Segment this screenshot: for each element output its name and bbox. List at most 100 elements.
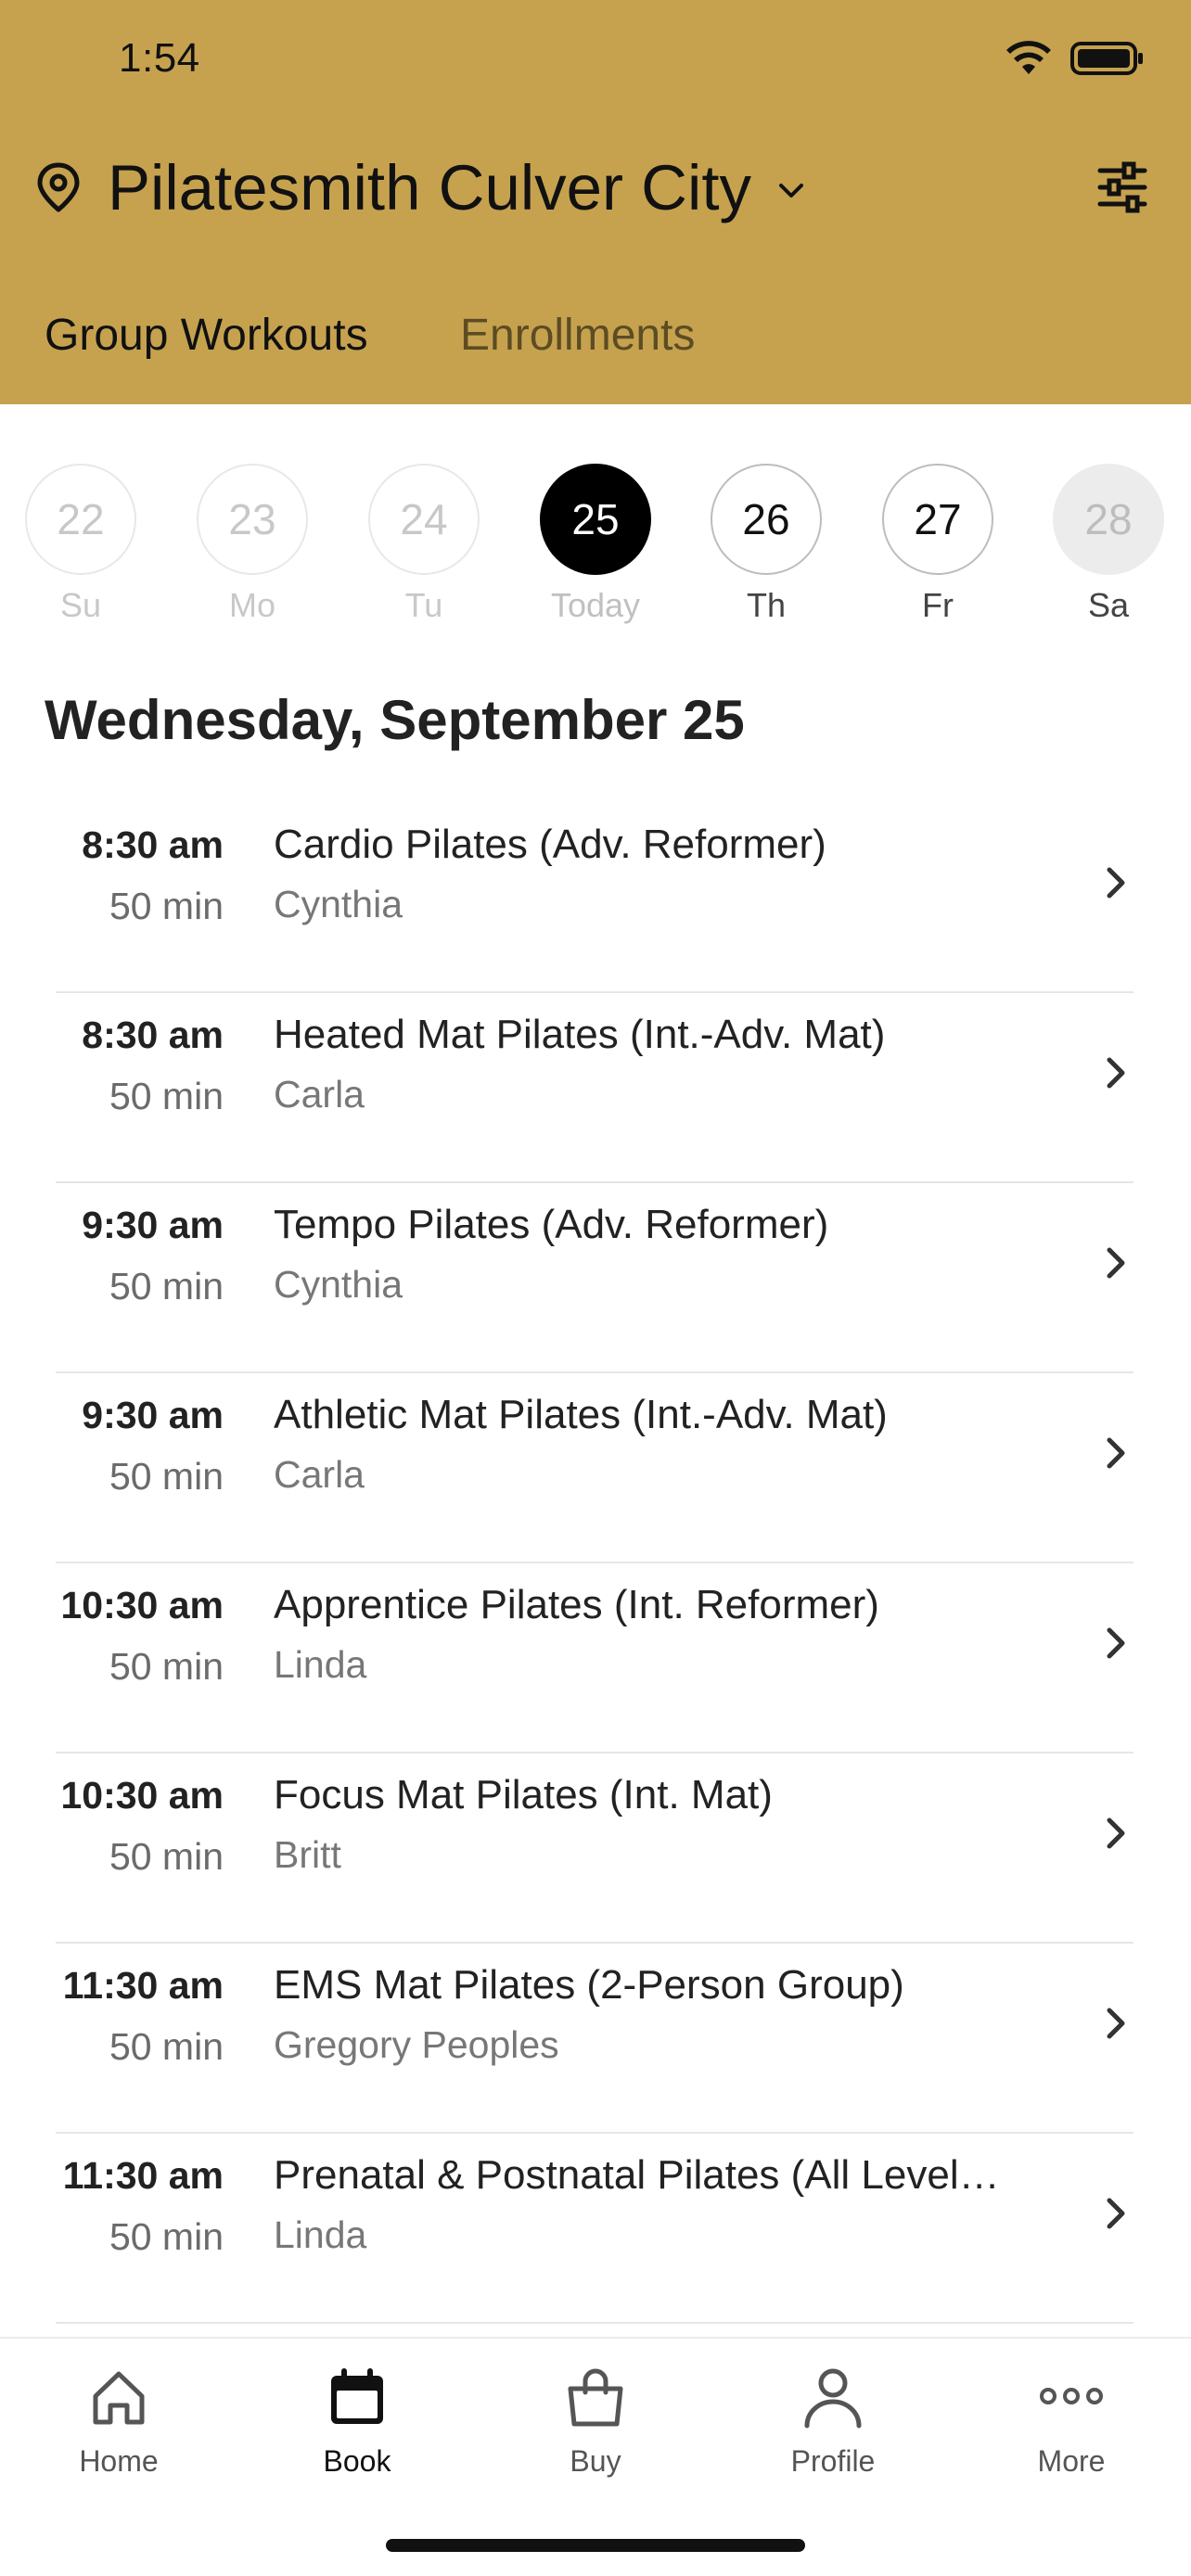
- class-row[interactable]: 9:30 am 50 min Tempo Pilates (Adv. Refor…: [0, 1183, 1191, 1373]
- chevron-right-icon: [1107, 2198, 1125, 2229]
- class-instructor: Carla: [274, 1073, 365, 1116]
- class-name: Prenatal & Postnatal Pilates (All Level…: [274, 2152, 1000, 2198]
- nav-label: Buy: [570, 2444, 621, 2478]
- nav-label: Book: [323, 2444, 391, 2478]
- chevron-right-icon: [1107, 867, 1125, 899]
- class-duration: 50 min: [109, 2025, 224, 2068]
- home-indicator: [386, 2539, 805, 2552]
- class-name: EMS Mat Pilates (2-Person Group): [274, 1962, 904, 2008]
- day-number: 25: [540, 464, 651, 575]
- class-row[interactable]: 10:30 am 50 min Apprentice Pilates (Int.…: [0, 1563, 1191, 1753]
- class-duration: 50 min: [109, 1455, 224, 1498]
- day-label: Mo: [228, 586, 275, 624]
- chevron-right-icon: [1107, 2008, 1125, 2039]
- day-24[interactable]: 24 Tu: [366, 464, 481, 625]
- day-number: 23: [197, 464, 308, 575]
- class-time: 8:30 am: [82, 1014, 224, 1056]
- status-bar-time: 1:54: [119, 35, 200, 81]
- chevron-right-icon: [1107, 1057, 1125, 1089]
- more-dots-icon: [1040, 2388, 1103, 2404]
- day-number: 26: [711, 464, 822, 575]
- class-time: 10:30 am: [60, 1584, 224, 1626]
- tab-group-workouts[interactable]: Group Workouts: [45, 299, 368, 373]
- class-time: 10:30 am: [60, 1774, 224, 1817]
- day-label: Tu: [404, 586, 443, 624]
- class-row[interactable]: 9:30 am 50 min Athletic Mat Pilates (Int…: [0, 1373, 1191, 1563]
- chevron-down-icon: [779, 184, 804, 198]
- calendar-icon: [331, 2368, 383, 2424]
- class-name: Apprentice Pilates (Int. Reformer): [274, 1582, 879, 1627]
- status-icons: [1005, 41, 1145, 76]
- chevron-right-icon: [1107, 1437, 1125, 1469]
- day-label: Su: [59, 586, 102, 624]
- day-number: 28: [1053, 464, 1164, 575]
- class-time: 11:30 am: [62, 2154, 224, 2197]
- day-number: 27: [882, 464, 993, 575]
- divider: [56, 2322, 1133, 2324]
- day-23[interactable]: 23 Mo: [195, 464, 310, 625]
- class-name: Focus Mat Pilates (Int. Mat): [274, 1772, 773, 1817]
- class-time: 9:30 am: [82, 1394, 224, 1436]
- class-instructor: Linda: [274, 2213, 367, 2256]
- class-row[interactable]: 8:30 am 50 min Heated Mat Pilates (Int.-…: [0, 993, 1191, 1183]
- day-number: 22: [25, 464, 136, 575]
- nav-book[interactable]: Book: [264, 2365, 450, 2479]
- day-label: Fr: [922, 586, 954, 624]
- tab-enrollments[interactable]: Enrollments: [460, 299, 695, 373]
- filter-sliders-icon[interactable]: [1096, 161, 1148, 213]
- class-time: 11:30 am: [62, 1964, 224, 2007]
- class-duration: 50 min: [109, 885, 224, 927]
- class-name: Cardio Pilates (Adv. Reformer): [274, 822, 826, 867]
- class-name: Athletic Mat Pilates (Int.-Adv. Mat): [274, 1392, 888, 1437]
- day-label: Th: [746, 586, 786, 624]
- class-instructor: Cynthia: [274, 1263, 403, 1306]
- location-title: Pilatesmith Culver City: [108, 151, 752, 223]
- home-icon: [93, 2371, 145, 2425]
- day-26[interactable]: 26 Th: [709, 464, 824, 625]
- shopping-bag-icon: [568, 2368, 623, 2427]
- class-instructor: Cynthia: [274, 883, 403, 925]
- class-instructor: Britt: [274, 1833, 341, 1876]
- class-time: 9:30 am: [82, 1204, 224, 1246]
- nav-buy[interactable]: Buy: [503, 2365, 688, 2479]
- class-duration: 50 min: [109, 2215, 224, 2258]
- day-22[interactable]: 22 Su: [23, 464, 138, 625]
- class-row[interactable]: 10:30 am 50 min Focus Mat Pilates (Int. …: [0, 1753, 1191, 1944]
- class-row[interactable]: 11:30 am 50 min Prenatal & Postnatal Pil…: [0, 2134, 1191, 2324]
- chevron-right-icon: [1107, 1627, 1125, 1659]
- wifi-icon: [1006, 41, 1051, 74]
- person-icon: [804, 2368, 862, 2429]
- day-label: Sa: [1087, 586, 1130, 624]
- nav-more[interactable]: More: [979, 2365, 1164, 2479]
- class-duration: 50 min: [109, 1265, 224, 1307]
- nav-home[interactable]: Home: [26, 2365, 211, 2479]
- battery-icon: [1070, 42, 1143, 75]
- location-selector[interactable]: Pilatesmith Culver City: [35, 139, 805, 236]
- class-instructor: Linda: [274, 1643, 367, 1686]
- nav-profile[interactable]: Profile: [740, 2365, 926, 2479]
- nav-label: More: [1037, 2444, 1106, 2478]
- location-pin-icon: [37, 162, 80, 212]
- day-label: Today: [550, 586, 641, 624]
- date-strip: 22 Su 23 Mo 24 Tu 25 Today 26 Th 27 Fr 2…: [0, 464, 1191, 631]
- class-duration: 50 min: [109, 1075, 224, 1117]
- class-duration: 50 min: [109, 1835, 224, 1878]
- header: 1:54 Pilatesmith Culver City Group Worko…: [0, 0, 1191, 404]
- day-25-today[interactable]: 25 Today: [538, 464, 653, 625]
- day-27[interactable]: 27 Fr: [880, 464, 995, 625]
- nav-label: Profile: [790, 2444, 876, 2478]
- class-instructor: Gregory Peoples: [274, 2023, 559, 2066]
- chevron-right-icon: [1107, 1817, 1125, 1849]
- class-row[interactable]: 8:30 am 50 min Cardio Pilates (Adv. Refo…: [0, 803, 1191, 993]
- class-time: 8:30 am: [82, 823, 224, 866]
- chevron-right-icon: [1107, 1247, 1125, 1279]
- class-name: Tempo Pilates (Adv. Reformer): [274, 1202, 829, 1247]
- nav-label: Home: [79, 2444, 159, 2478]
- class-row[interactable]: 11:30 am 50 min EMS Mat Pilates (2-Perso…: [0, 1944, 1191, 2134]
- schedule-date-heading: Wednesday, September 25: [45, 689, 745, 751]
- class-duration: 50 min: [109, 1645, 224, 1688]
- class-instructor: Carla: [274, 1453, 365, 1496]
- day-28[interactable]: 28 Sa: [1051, 464, 1166, 625]
- class-name: Heated Mat Pilates (Int.-Adv. Mat): [274, 1012, 886, 1057]
- tab-bar: Group Workouts Enrollments: [0, 299, 1191, 373]
